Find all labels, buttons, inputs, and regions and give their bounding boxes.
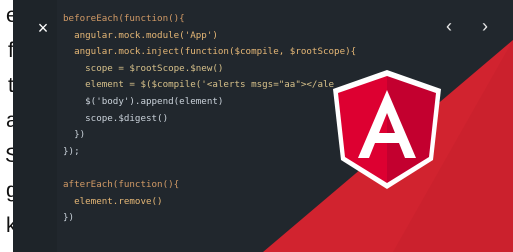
angular-logo xyxy=(331,68,443,192)
chevron-right-icon: › xyxy=(482,16,488,36)
chevron-left-icon: ‹ xyxy=(446,16,452,36)
next-button[interactable]: › xyxy=(473,14,497,38)
close-icon: × xyxy=(37,18,49,38)
lightbox-viewer: beforeEach(function(){ angular.mock.modu… xyxy=(13,0,513,252)
code-screenshot: beforeEach(function(){ angular.mock.modu… xyxy=(13,0,513,252)
previous-button[interactable]: ‹ xyxy=(437,14,461,38)
close-button[interactable]: × xyxy=(33,18,53,38)
